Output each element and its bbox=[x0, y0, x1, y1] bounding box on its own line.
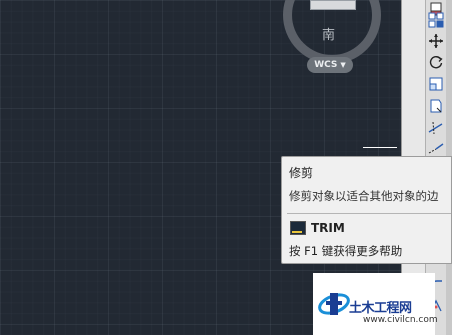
viewcube-face[interactable] bbox=[310, 0, 356, 10]
rotate-tool-button[interactable] bbox=[425, 52, 446, 72]
stretch-tool-button[interactable] bbox=[425, 96, 446, 116]
move-tool-button[interactable] bbox=[425, 31, 446, 51]
watermark-site-name: 土木工程网 bbox=[349, 301, 412, 316]
trim-tool-button[interactable] bbox=[425, 118, 446, 138]
stretch-icon bbox=[430, 99, 441, 113]
tooltip-command-name: TRIM bbox=[311, 221, 345, 235]
array-icon bbox=[428, 12, 443, 28]
ucs-label: WCS bbox=[314, 60, 338, 70]
tooltip-help-hint: 按 F1 键获得更多帮助 bbox=[289, 244, 403, 258]
scale-icon bbox=[429, 77, 442, 91]
trim-tooltip: 修剪 修剪对象以适合其他对象的边 TRIM 按 F1 键获得更多帮助 bbox=[281, 156, 452, 264]
drawing-line bbox=[363, 147, 397, 148]
site-watermark: 土木工程网 www.civilcn.com bbox=[313, 273, 438, 335]
compass-south-label[interactable]: 南 bbox=[322, 24, 335, 43]
rotate-icon bbox=[429, 56, 443, 69]
chevron-down-icon: ▼ bbox=[340, 61, 346, 69]
array-tool-button[interactable] bbox=[425, 10, 446, 30]
tooltip-title: 修剪 bbox=[289, 166, 314, 180]
command-line-icon bbox=[290, 221, 306, 235]
tooltip-description: 修剪对象以适合其他对象的边 bbox=[289, 189, 439, 203]
move-icon bbox=[428, 34, 443, 48]
tooltip-command-row: TRIM bbox=[290, 221, 345, 235]
watermark-url: www.civilcn.com bbox=[363, 315, 438, 325]
trim-icon bbox=[428, 121, 442, 135]
ucs-menu-button[interactable]: WCS ▼ bbox=[307, 57, 353, 73]
scale-tool-button[interactable] bbox=[425, 74, 446, 94]
tooltip-divider bbox=[287, 213, 451, 214]
watermark-logo-icon bbox=[318, 293, 350, 315]
extend-icon bbox=[428, 143, 443, 154]
